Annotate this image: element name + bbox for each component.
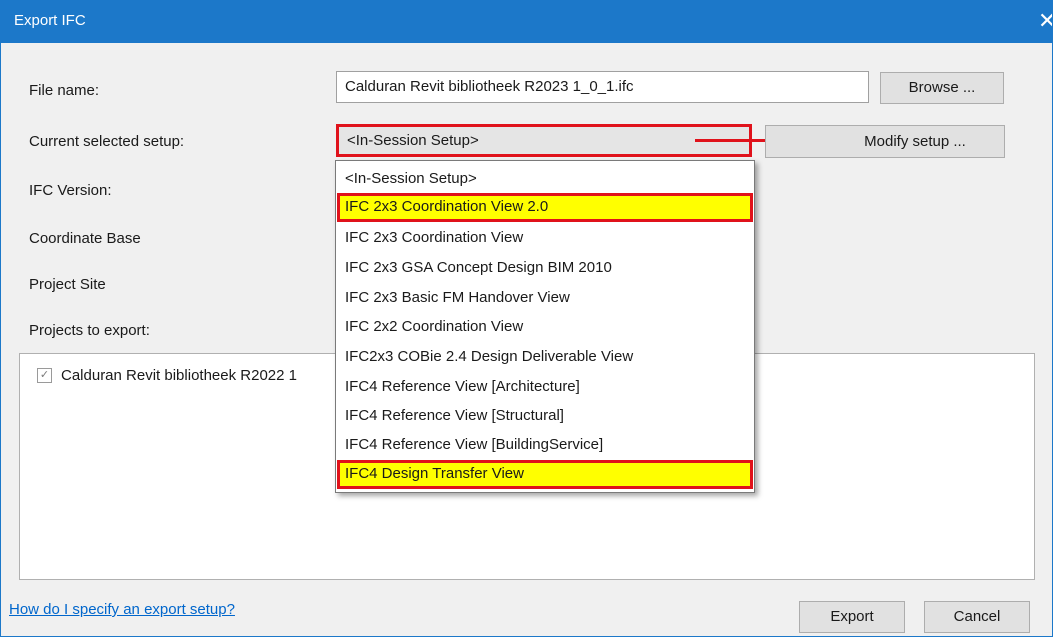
dropdown-item-ifc2x3-coordination-view-2[interactable]: IFC 2x3 Coordination View 2.0 (337, 193, 753, 222)
cancel-button[interactable]: Cancel (924, 601, 1030, 633)
ifc-version-label: IFC Version: (29, 182, 112, 199)
file-name-label: File name: (29, 82, 100, 99)
setup-combobox[interactable]: <In-Session Setup> (336, 124, 752, 157)
dropdown-item-ifc2x3-cobie[interactable]: IFC2x3 COBie 2.4 Design Deliverable View (337, 343, 753, 372)
project-name: Calduran Revit bibliotheek R2022 1 (61, 367, 297, 384)
modify-setup-label: Modify setup ... (864, 133, 966, 150)
dropdown-item-ifc4-design-transfer-view[interactable]: IFC4 Design Transfer View (337, 460, 753, 489)
modify-setup-button[interactable]: Modify setup ... (765, 125, 1005, 158)
close-icon[interactable]: ✕ (1038, 1, 1052, 43)
window-title: Export IFC (14, 12, 86, 29)
project-site-label: Project Site (29, 276, 106, 293)
export-button[interactable]: Export (799, 601, 905, 633)
browse-button[interactable]: Browse ... (880, 72, 1004, 104)
dropdown-item-ifc2x3-coordination-view[interactable]: IFC 2x3 Coordination View (337, 224, 753, 253)
coordinate-base-label: Coordinate Base (29, 230, 141, 247)
dropdown-item-in-session-setup[interactable]: <In-Session Setup> (337, 165, 753, 194)
setup-label: Current selected setup: (29, 133, 185, 150)
setup-dropdown-list: <In-Session Setup> IFC 2x3 Coordination … (335, 160, 755, 493)
projects-to-export-label: Projects to export: (29, 322, 150, 339)
dropdown-item-ifc2x2-coordination-view[interactable]: IFC 2x2 Coordination View (337, 313, 753, 342)
title-bar: Export IFC ✕ (1, 1, 1052, 43)
dropdown-item-ifc2x3-basic-fm-handover[interactable]: IFC 2x3 Basic FM Handover View (337, 284, 753, 313)
dropdown-item-ifc4-reference-buildingservice[interactable]: IFC4 Reference View [BuildingService] (337, 431, 753, 460)
dropdown-item-ifc2x3-gsa-concept-design[interactable]: IFC 2x3 GSA Concept Design BIM 2010 (337, 254, 753, 283)
file-name-input[interactable]: Calduran Revit bibliotheek R2023 1_0_1.i… (336, 71, 869, 103)
export-ifc-dialog: Export IFC ✕ File name: Calduran Revit b… (0, 0, 1053, 637)
list-item[interactable]: ✓ Calduran Revit bibliotheek R2022 1 (37, 367, 297, 384)
dropdown-item-ifc4-reference-architecture[interactable]: IFC4 Reference View [Architecture] (337, 373, 753, 402)
help-link[interactable]: How do I specify an export setup? (9, 601, 235, 618)
setup-combobox-value: <In-Session Setup> (347, 132, 479, 149)
dropdown-item-ifc4-reference-structural[interactable]: IFC4 Reference View [Structural] (337, 402, 753, 431)
checkmark-icon[interactable]: ✓ (37, 368, 52, 383)
